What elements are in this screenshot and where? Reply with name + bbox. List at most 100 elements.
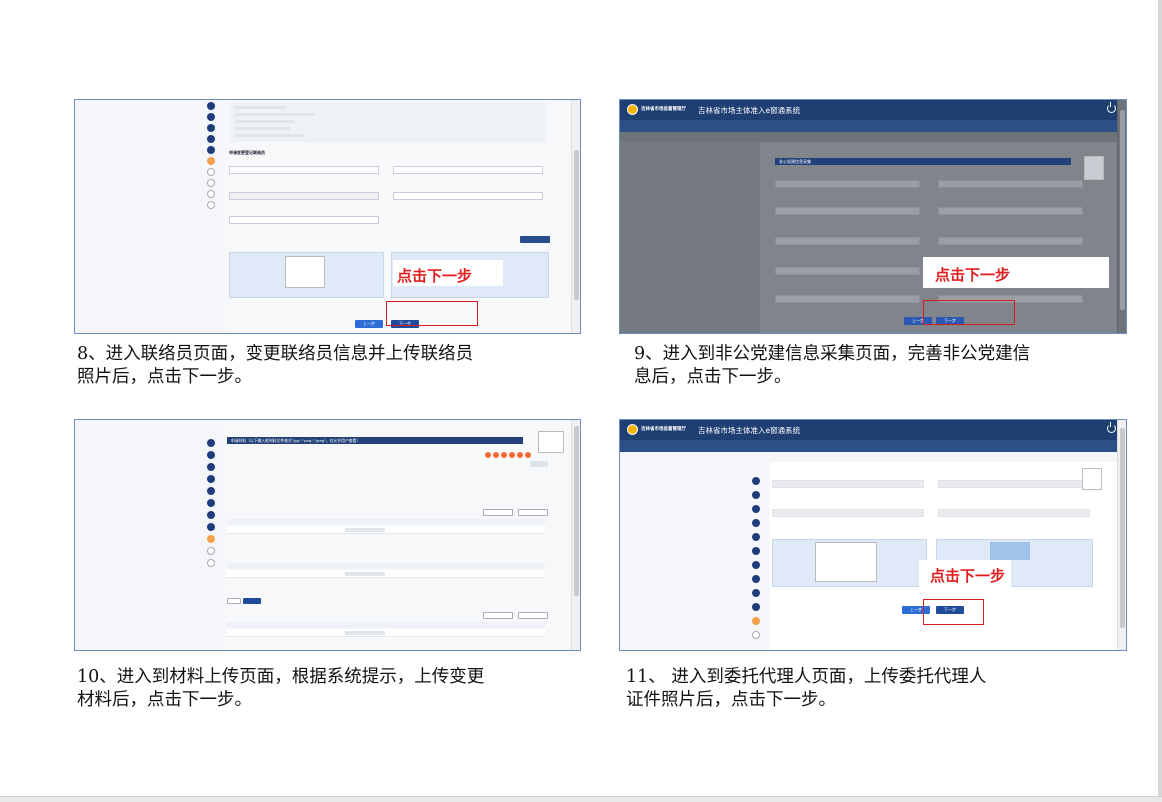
id-photo-thumbnail bbox=[990, 542, 1030, 560]
table-row bbox=[227, 570, 545, 578]
app-header: 吉林省市场监督管理厅 吉林省市场主体准入e窗通系统 bbox=[620, 100, 1126, 120]
upload-button[interactable] bbox=[483, 612, 513, 619]
form-input[interactable] bbox=[772, 480, 924, 488]
step-item bbox=[747, 504, 760, 513]
step-list bbox=[620, 142, 770, 333]
toolbar-button[interactable] bbox=[530, 461, 548, 467]
form-input[interactable] bbox=[775, 237, 920, 245]
download-button[interactable] bbox=[518, 509, 548, 516]
form-select[interactable] bbox=[938, 180, 1083, 188]
step-item bbox=[202, 101, 215, 110]
document-thumbnail bbox=[1084, 156, 1104, 180]
option-button[interactable] bbox=[243, 598, 261, 604]
file-name bbox=[345, 631, 385, 635]
click-next-hint: 点击下一步 bbox=[397, 267, 473, 285]
system-title: 吉林省市场主体准入e窗通系统 bbox=[698, 106, 801, 115]
screenshot-party-page: 吉林省市场监督管理厅 吉林省市场主体准入e窗通系统 非公党建信息采集 点击下一步… bbox=[619, 99, 1127, 334]
scrollbar[interactable] bbox=[1117, 420, 1126, 650]
scrollbar[interactable] bbox=[571, 420, 580, 650]
prev-button[interactable]: 上一步 bbox=[355, 320, 383, 328]
form-input[interactable] bbox=[938, 237, 1083, 245]
department-name: 吉林省市场监督管理厅 bbox=[641, 107, 686, 112]
download-button[interactable] bbox=[518, 612, 548, 619]
step-item bbox=[202, 474, 215, 483]
info-line bbox=[235, 120, 295, 123]
form-input[interactable] bbox=[772, 509, 924, 517]
emblem-icon bbox=[627, 104, 638, 115]
section-heading: 申请变更登记联络员 bbox=[229, 150, 265, 155]
step-item bbox=[202, 558, 215, 567]
step-item bbox=[747, 532, 760, 541]
step-item-current bbox=[202, 156, 215, 165]
document-thumbnail bbox=[1082, 468, 1102, 490]
step-item bbox=[747, 546, 760, 555]
step-item bbox=[202, 522, 215, 531]
caption-step8-line1: 8、进入联络员页面，变更联络员信息并上传联络员 bbox=[77, 344, 474, 364]
step-item bbox=[747, 588, 760, 597]
caption-step9-line2: 息后，点击下一步。 bbox=[634, 367, 792, 387]
form-input[interactable] bbox=[775, 267, 920, 275]
toolbar-icons[interactable] bbox=[485, 452, 531, 458]
info-line bbox=[235, 106, 285, 109]
upload-button[interactable] bbox=[520, 236, 550, 243]
power-icon[interactable] bbox=[1107, 422, 1116, 433]
form-input[interactable] bbox=[393, 192, 543, 200]
page-edge bbox=[1158, 0, 1162, 802]
step-item-current bbox=[747, 616, 760, 625]
step-item bbox=[202, 450, 215, 459]
form-input[interactable] bbox=[229, 216, 379, 224]
step-item bbox=[747, 518, 760, 527]
highlight-box bbox=[923, 300, 1015, 325]
step-item bbox=[202, 189, 215, 198]
step-list bbox=[620, 462, 770, 650]
caption-step10-line2: 材料后，点击下一步。 bbox=[77, 690, 252, 710]
step-item bbox=[747, 630, 760, 639]
form-input[interactable] bbox=[775, 207, 920, 215]
caption-step11-line1: 11、 进入到委托代理人页面，上传委托代理人 bbox=[626, 667, 987, 687]
step-item bbox=[202, 145, 215, 154]
step-item bbox=[202, 167, 215, 176]
step-list bbox=[75, 100, 225, 333]
table-header bbox=[227, 622, 545, 628]
caption-step8-line2: 照片后，点击下一步。 bbox=[77, 367, 252, 387]
app-header: 吉林省市场监督管理厅 吉林省市场主体准入e窗通系统 bbox=[620, 420, 1126, 440]
power-icon[interactable] bbox=[1107, 102, 1116, 113]
upload-button[interactable] bbox=[483, 509, 513, 516]
table-header bbox=[227, 563, 545, 569]
step-item bbox=[202, 112, 215, 121]
page-edge bbox=[0, 796, 1162, 802]
option-button[interactable] bbox=[227, 598, 241, 604]
id-photo-thumbnail bbox=[815, 542, 877, 582]
step-item bbox=[202, 510, 215, 519]
step-item bbox=[747, 574, 760, 583]
scrollbar[interactable] bbox=[571, 100, 580, 333]
screenshot-agent-page: 吉林省市场监督管理厅 吉林省市场主体准入e窗通系统 点击下一步 上一步 下一步 bbox=[619, 419, 1127, 651]
caption-step10-line1: 10、进入到材料上传页面，根据系统提示，上传变更 bbox=[77, 667, 485, 687]
table-row bbox=[227, 526, 545, 534]
form-input[interactable] bbox=[938, 207, 1083, 215]
highlight-box bbox=[386, 301, 478, 326]
document-page: 申请变更登记联络员 点击下一步 上一步 下一步 吉林省市场监督管理厅 吉林省市场… bbox=[0, 0, 1162, 802]
click-next-hint: 点击下一步 bbox=[930, 567, 1006, 585]
screenshot-liaison-page: 申请变更登记联络员 点击下一步 上一步 下一步 bbox=[74, 99, 581, 334]
highlight-box bbox=[923, 599, 984, 625]
step-item bbox=[747, 560, 760, 569]
emblem-icon bbox=[627, 424, 638, 435]
form-select[interactable] bbox=[229, 192, 379, 200]
form-select[interactable] bbox=[775, 295, 920, 303]
step-item bbox=[202, 486, 215, 495]
step-list bbox=[75, 420, 225, 650]
form-input[interactable] bbox=[938, 509, 1090, 517]
form-input[interactable] bbox=[229, 166, 379, 174]
form-input[interactable] bbox=[393, 166, 543, 174]
file-name bbox=[345, 528, 385, 532]
form-input[interactable] bbox=[775, 180, 920, 188]
info-line bbox=[235, 134, 305, 137]
form-input[interactable] bbox=[938, 480, 1090, 488]
department-name: 吉林省市场监督管理厅 bbox=[641, 427, 686, 432]
photo-thumbnail bbox=[285, 256, 325, 288]
scrollbar[interactable] bbox=[1117, 100, 1126, 333]
document-thumbnail bbox=[538, 431, 564, 453]
step-item bbox=[202, 134, 215, 143]
table-row bbox=[227, 629, 545, 637]
